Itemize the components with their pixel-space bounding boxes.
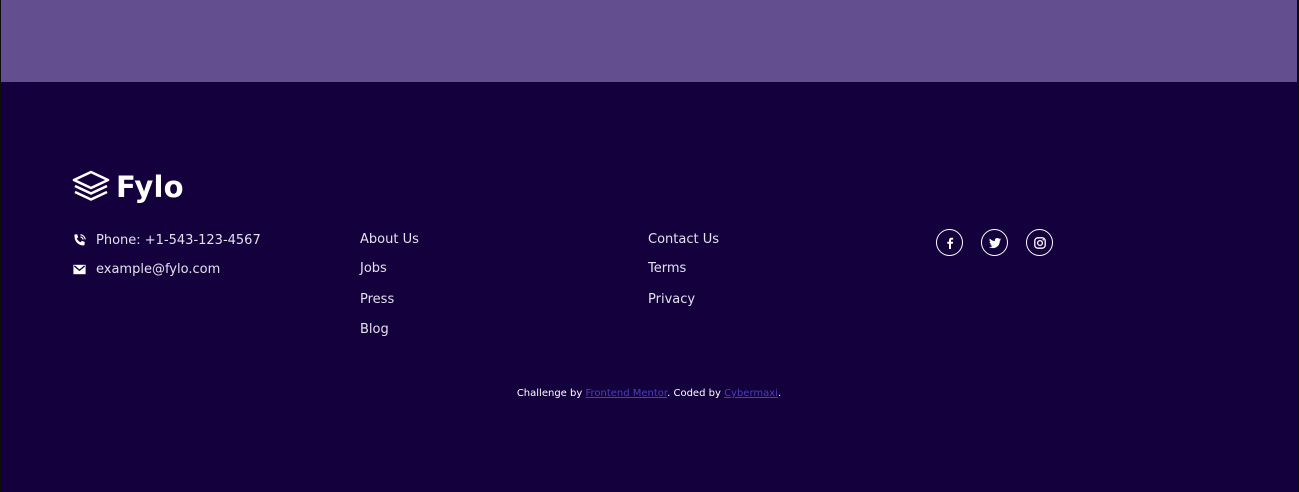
link-terms[interactable]: Terms: [648, 260, 686, 278]
facebook-icon: [946, 237, 953, 249]
link-contact-us[interactable]: Contact Us: [648, 231, 719, 249]
page-frame: Fylo Phone: +1-543-123-4567 example@fylo…: [1, 0, 1297, 492]
instagram-icon: [1033, 236, 1046, 249]
twitter-button[interactable]: [981, 229, 1008, 256]
contact-email: example@fylo.com: [72, 260, 220, 278]
link-about-us[interactable]: About Us: [360, 231, 419, 249]
contact-phone: Phone: +1-543-123-4567: [72, 231, 261, 249]
attribution-prefix: Challenge by: [516, 388, 586, 399]
phone-text: Phone: +1-543-123-4567: [96, 232, 261, 248]
site-footer: Fylo Phone: +1-543-123-4567 example@fylo…: [1, 82, 1297, 492]
stacked-layers-icon: [72, 170, 110, 201]
link-jobs[interactable]: Jobs: [360, 260, 387, 278]
author-link[interactable]: Cybermaxi: [724, 388, 778, 399]
attribution-middle: . Coded by: [667, 388, 725, 399]
phone-icon: [74, 233, 86, 245]
link-privacy[interactable]: Privacy: [648, 291, 695, 309]
top-section: [1, 0, 1297, 82]
brand-name: Fylo: [116, 170, 184, 204]
mail-icon: [73, 264, 86, 274]
attribution: Challenge by Frontend Mentor. Coded by C…: [1, 387, 1297, 401]
link-blog[interactable]: Blog: [360, 321, 389, 339]
attribution-suffix: .: [777, 388, 782, 399]
twitter-icon: [988, 237, 1001, 248]
frontend-mentor-link[interactable]: Frontend Mentor: [585, 388, 667, 399]
link-press[interactable]: Press: [360, 291, 394, 309]
fylo-logo[interactable]: Fylo: [72, 170, 184, 204]
email-text[interactable]: example@fylo.com: [96, 262, 220, 277]
facebook-button[interactable]: [936, 229, 963, 256]
instagram-button[interactable]: [1026, 229, 1053, 256]
